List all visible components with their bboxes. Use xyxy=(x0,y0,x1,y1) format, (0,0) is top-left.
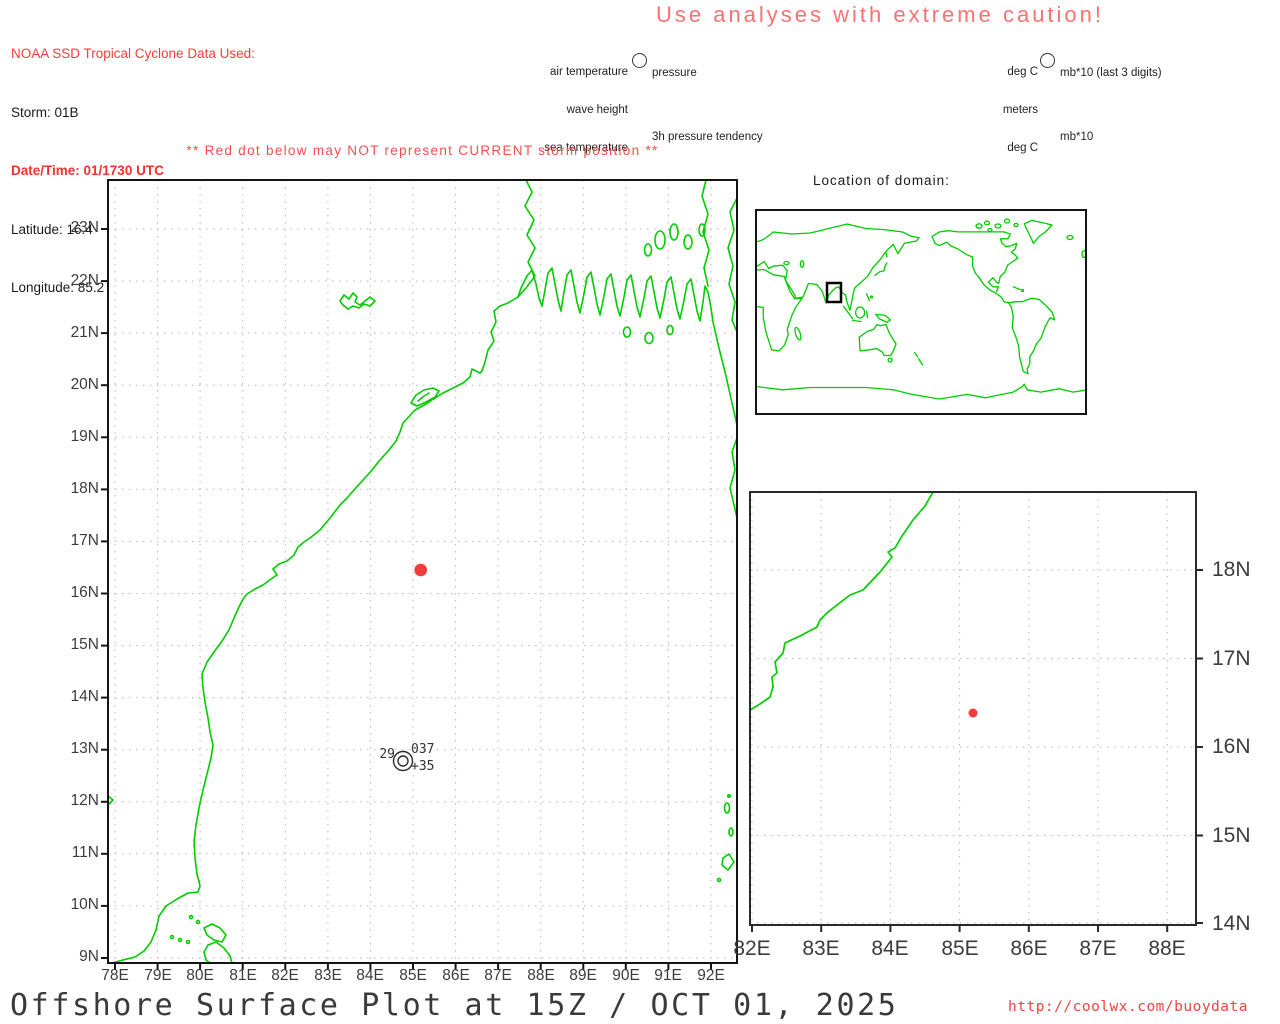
world-map-canvas xyxy=(755,209,1087,415)
units-legend-right-column: mb*10 (last 3 digits) mb*10 xyxy=(1060,41,1162,156)
units-meters: meters xyxy=(938,104,1038,117)
zoom-lon-label: 83E xyxy=(790,937,852,961)
main-lon-label: 80E xyxy=(178,967,222,985)
units-circle-icon xyxy=(1040,53,1055,68)
units-mb10: mb*10 xyxy=(1060,131,1162,144)
zoom-inset-map xyxy=(743,485,1203,932)
main-lat-label: 10N xyxy=(55,896,99,914)
zoom-inset-storm-dot xyxy=(969,709,978,718)
station-plot: 29 037 +35 xyxy=(379,742,434,774)
zoom-lon-label: 84E xyxy=(859,937,921,961)
station-tendency: +35 xyxy=(411,759,434,774)
main-lon-label: 84E xyxy=(348,967,392,985)
units-deg-c-sea: deg C xyxy=(938,142,1038,155)
main-lat-label: 18N xyxy=(55,480,99,498)
storm-id: Storm: 01B xyxy=(11,103,255,123)
main-lon-label: 83E xyxy=(306,967,350,985)
main-lon-label: 92E xyxy=(689,967,733,985)
legend-pressure-tendency: 3h pressure tendency xyxy=(652,131,763,144)
world-locator-map xyxy=(755,209,1087,415)
buoydata-link[interactable]: http://coolwx.com/buoydata xyxy=(1008,999,1248,1015)
zoom-lon-label: 86E xyxy=(998,937,1060,961)
caution-banner: Use analyses with extreme caution! xyxy=(625,2,1135,28)
main-lat-label: 19N xyxy=(55,428,99,446)
units-mb10-last3: mb*10 (last 3 digits) xyxy=(1060,67,1162,80)
storm-position-dot xyxy=(414,564,427,577)
main-lon-label: 78E xyxy=(93,967,137,985)
zoom-inset-coastline xyxy=(750,492,933,710)
zoom-lon-label: 85E xyxy=(929,937,991,961)
main-lon-label: 88E xyxy=(519,967,563,985)
main-lon-label: 87E xyxy=(476,967,520,985)
station-circle-icon xyxy=(632,53,647,68)
main-map: 29 037 +35 xyxy=(101,173,744,970)
main-lat-label: 15N xyxy=(55,636,99,654)
main-lat-label: 20N xyxy=(55,376,99,394)
zoom-lon-label: 87E xyxy=(1067,937,1129,961)
main-lon-label: 79E xyxy=(136,967,180,985)
main-lon-label: 90E xyxy=(604,967,648,985)
zoom-lat-label: 14N xyxy=(1212,912,1251,936)
units-legend-left-column: deg C meters deg C xyxy=(938,40,1038,168)
main-lat-label: 17N xyxy=(55,532,99,550)
main-lat-label: 16N xyxy=(55,584,99,602)
main-lon-label: 89E xyxy=(561,967,605,985)
main-lat-label: 11N xyxy=(55,844,99,862)
station-pressure: 037 xyxy=(411,742,434,757)
main-lat-label: 21N xyxy=(55,324,99,342)
zoom-lon-label: 88E xyxy=(1136,937,1198,961)
main-lat-label: 9N xyxy=(55,948,99,966)
noaa-source-line: NOAA SSD Tropical Cyclone Data Used: xyxy=(11,44,255,64)
legend-pressure: pressure xyxy=(652,67,763,80)
legend-air-temperature: air temperature xyxy=(440,66,628,79)
main-lat-label: 22N xyxy=(55,272,99,290)
world-coastlines xyxy=(755,219,1087,399)
station-air-temp: 29 xyxy=(379,747,395,762)
main-lat-label: 23N xyxy=(55,219,99,237)
main-lat-label: 14N xyxy=(55,688,99,706)
domain-inset-title: Location of domain: xyxy=(813,173,950,188)
main-lat-label: 13N xyxy=(55,740,99,758)
main-lat-label: 12N xyxy=(55,792,99,810)
units-deg-c-air: deg C xyxy=(938,66,1038,79)
domain-extent-box xyxy=(827,283,841,302)
station-legend-right-column: pressure 3h pressure tendency xyxy=(652,41,763,156)
main-lon-label: 91E xyxy=(646,967,690,985)
main-lon-label: 81E xyxy=(221,967,265,985)
main-lon-label: 82E xyxy=(263,967,307,985)
page-title: Offshore Surface Plot at 15Z / OCT 01, 2… xyxy=(10,988,898,1023)
zoom-lat-label: 16N xyxy=(1212,735,1251,759)
storm-position-warning: ** Red dot below may NOT represent CURRE… xyxy=(108,143,737,158)
zoom-lat-label: 15N xyxy=(1212,824,1251,848)
zoom-lat-label: 17N xyxy=(1212,647,1251,671)
main-lon-label: 86E xyxy=(434,967,478,985)
legend-wave-height: wave height xyxy=(440,104,628,117)
main-map-canvas: 29 037 +35 xyxy=(101,173,744,970)
zoom-lat-label: 18N xyxy=(1212,558,1251,582)
main-lon-label: 85E xyxy=(391,967,435,985)
offshore-surface-plot-page: { "header": { "noaa_line": "NOAA SSD Tro… xyxy=(0,0,1280,1024)
zoom-inset-canvas xyxy=(743,485,1203,932)
zoom-lon-label: 82E xyxy=(721,937,783,961)
